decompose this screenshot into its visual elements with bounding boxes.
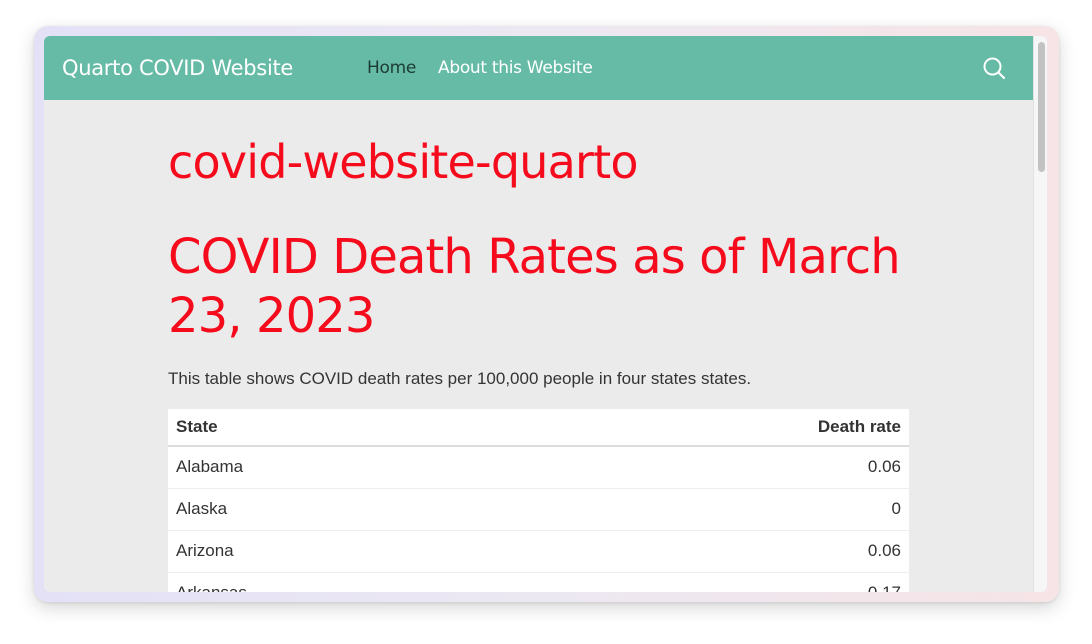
death-rate-cell: 0.06 [514,446,909,489]
column-header-death-rate: Death rate [514,409,909,447]
page-title: covid-website-quarto [168,135,638,189]
nav-link-home[interactable]: Home [367,58,416,78]
vertical-scrollbar[interactable] [1033,36,1047,592]
scrollbar-thumb[interactable] [1038,42,1045,172]
table-header-row: State Death rate [168,409,909,447]
death-rate-cell: 0.06 [514,530,909,573]
intro-paragraph: This table shows COVID death rates per 1… [168,369,752,388]
death-rate-cell: 0 [514,488,909,531]
navbar: Quarto COVID Website Home About this Web… [44,36,1033,100]
state-cell: Arizona [168,530,515,573]
browser-window: Quarto COVID Website Home About this Web… [44,36,1047,592]
nav-links: Home About this Website [367,36,593,100]
section-heading: COVID Death Rates as of March 23, 2023 [168,229,901,344]
state-cell: Arkansas [168,572,515,592]
death-rate-table: State Death rate Alabama 0.06 Alaska 0 A… [168,409,909,592]
death-rate-cell: 0.17 [514,572,909,592]
table-row: Alabama 0.06 [168,446,909,489]
state-cell: Alaska [168,488,515,531]
main-content: covid-website-quarto COVID Death Rates a… [168,100,909,592]
search-button[interactable] [982,56,1006,80]
table-row: Arkansas 0.17 [168,572,909,592]
nav-link-about[interactable]: About this Website [438,58,593,78]
search-icon [983,57,1006,80]
table-row: Alaska 0 [168,488,909,531]
column-header-state: State [168,409,515,447]
table-row: Arizona 0.06 [168,530,909,573]
state-cell: Alabama [168,446,515,489]
site-brand-link[interactable]: Quarto COVID Website [62,36,293,100]
